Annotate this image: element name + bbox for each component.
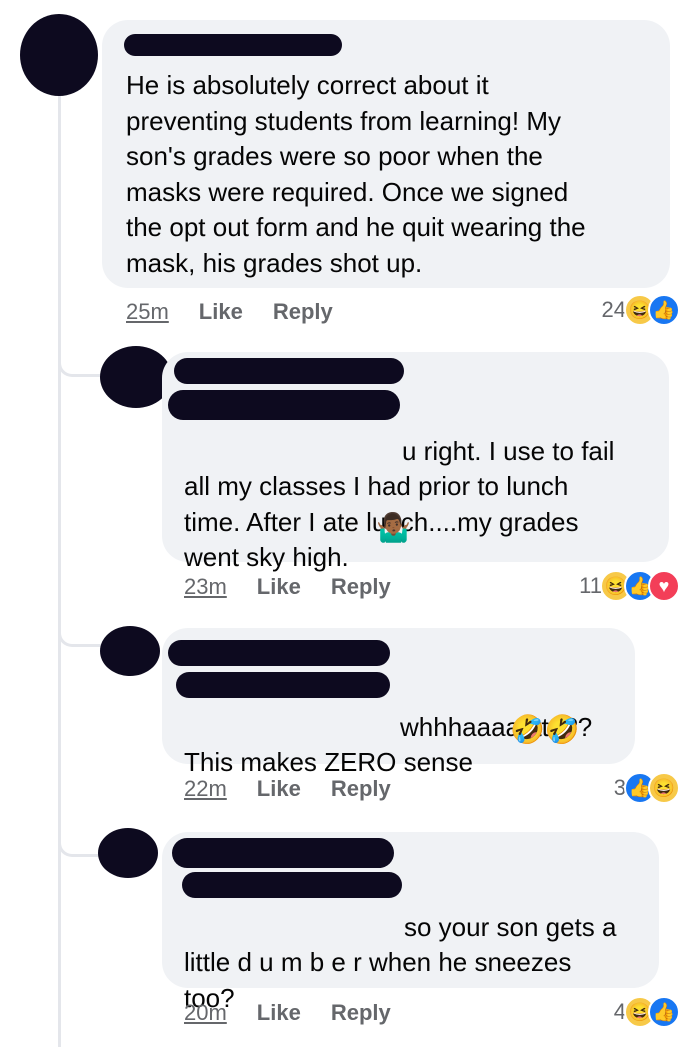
avatar[interactable] xyxy=(100,626,160,676)
avatar[interactable] xyxy=(20,14,98,96)
redacted-author-name xyxy=(124,34,342,56)
like-icon: 👍 xyxy=(648,294,680,326)
thread-elbow xyxy=(58,340,101,377)
like-button[interactable]: Like xyxy=(257,574,301,600)
thread-line-main xyxy=(58,95,61,1047)
reaction-summary[interactable]: 24 😆 👍 xyxy=(602,292,680,328)
thread-elbow xyxy=(58,600,101,647)
reaction-count: 24 xyxy=(601,297,626,322)
comment-bubble: u right. I use to fail all my classes I … xyxy=(162,352,669,572)
reply-button[interactable]: Reply xyxy=(273,299,333,325)
comment-bubble: so your son gets a little d u m b e r wh… xyxy=(162,832,659,1013)
comment-actions: 25m Like Reply xyxy=(126,297,333,327)
shrug-emoji: 🤷🏾‍♂️ xyxy=(376,512,411,543)
thread-elbow xyxy=(58,820,101,857)
like-button[interactable]: Like xyxy=(257,776,301,802)
comment-text: He is absolutely correct about it preven… xyxy=(126,70,586,278)
like-icon: 👍 xyxy=(648,996,680,1028)
reaction-count: 11 xyxy=(579,573,602,598)
comment-bubble: He is absolutely correct about it preven… xyxy=(102,20,670,288)
comment-actions: 20m Like Reply xyxy=(184,998,391,1028)
reply-button[interactable]: Reply xyxy=(331,1000,391,1026)
reaction-summary[interactable]: 4 😆 👍 xyxy=(614,994,680,1030)
redacted-author-name xyxy=(174,358,404,384)
rofl-emoji: 🤣🤣 xyxy=(510,714,580,745)
like-button[interactable]: Like xyxy=(257,1000,301,1026)
reply-button[interactable]: Reply xyxy=(331,574,391,600)
comment-timestamp[interactable]: 20m xyxy=(184,1000,227,1026)
reply-button[interactable]: Reply xyxy=(331,776,391,802)
comment-actions: 23m Like Reply xyxy=(184,572,391,602)
comment-timestamp[interactable]: 23m xyxy=(184,574,227,600)
like-button[interactable]: Like xyxy=(199,299,243,325)
comment-bubble: whhhaaaatttt??? This makes ZERO sense 🤣🤣 xyxy=(162,628,635,777)
reaction-summary[interactable]: 11 😆 👍 ♥ xyxy=(579,568,680,604)
haha-icon: 😆 xyxy=(648,772,680,804)
redacted-author-name xyxy=(168,640,390,666)
avatar[interactable] xyxy=(98,828,158,878)
comment-timestamp[interactable]: 25m xyxy=(126,299,169,325)
comment-actions: 22m Like Reply xyxy=(184,774,391,804)
reaction-summary[interactable]: 3 👍 😆 xyxy=(614,770,680,806)
redacted-author-name xyxy=(172,838,394,868)
comment-timestamp[interactable]: 22m xyxy=(184,776,227,802)
love-icon: ♥ xyxy=(648,570,680,602)
